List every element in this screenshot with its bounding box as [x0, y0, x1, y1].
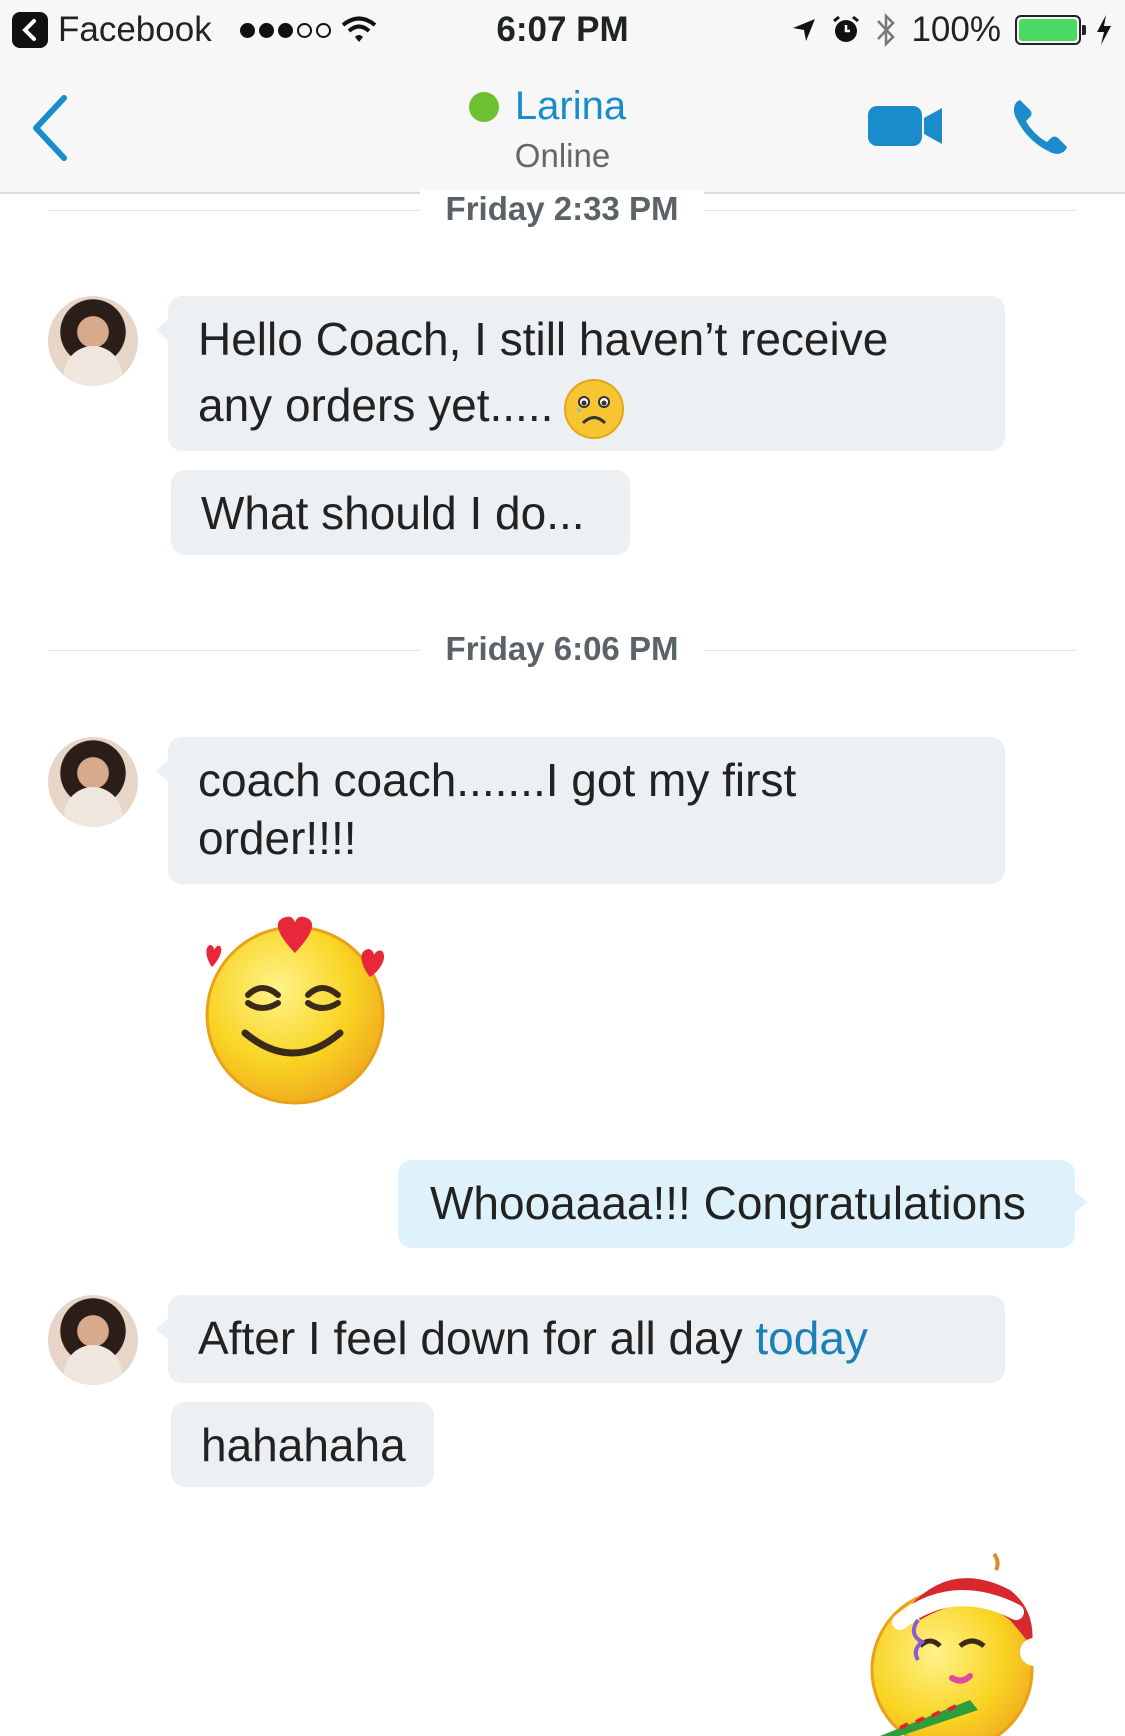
timestamp-divider: Friday 6:06 PM	[48, 630, 1076, 670]
message-text: Hello Coach, I still haven’t receive	[198, 313, 889, 365]
battery-percentage: 100%	[911, 10, 1001, 49]
incoming-message-bubble[interactable]: Hello Coach, I still haven’t receive any…	[156, 296, 1005, 451]
presence-dot-icon	[468, 91, 499, 122]
incoming-message-bubble[interactable]: hahahaha	[171, 1402, 434, 1487]
location-arrow-icon	[793, 19, 816, 41]
incoming-message-bubble[interactable]: coach coach.......I got my first order!!…	[156, 737, 1005, 884]
contact-avatar[interactable]	[48, 737, 138, 827]
incoming-message-bubble[interactable]: What should I do...	[171, 470, 630, 555]
contact-avatar[interactable]	[48, 1295, 138, 1385]
incoming-message-bubble[interactable]: After I feel down for all day today	[156, 1295, 1005, 1383]
status-bar: Facebook 6:07 PM 100%	[0, 0, 1125, 60]
alarm-icon	[833, 15, 860, 42]
message-text: What should I do...	[201, 487, 585, 539]
message-link[interactable]: today	[755, 1312, 868, 1364]
video-call-button[interactable]	[866, 104, 946, 148]
battery-icon	[1015, 15, 1086, 45]
message-text: After I feel down for all day	[198, 1312, 756, 1364]
message-text: Whooaaaa!!! Congratulations	[430, 1177, 1026, 1229]
message-text: coach coach.......I got my first	[198, 754, 797, 806]
message-text: hahahaha	[201, 1419, 406, 1471]
contact-status: Online	[514, 137, 611, 174]
timestamp-text: Friday 6:06 PM	[419, 630, 705, 667]
charging-bolt-icon	[1097, 15, 1111, 45]
message-text: order!!!!	[198, 812, 357, 864]
voice-call-button[interactable]	[1010, 96, 1070, 156]
party-santa-emoji-sticker[interactable]	[860, 1550, 1060, 1736]
in-love-emoji-sticker[interactable]	[200, 915, 390, 1105]
outgoing-message-bubble[interactable]: Whooaaaa!!! Congratulations	[398, 1160, 1087, 1248]
message-text: any orders yet.....	[198, 379, 554, 431]
contact-name: Larina	[514, 84, 627, 128]
sad-emoji-icon	[564, 378, 625, 439]
bluetooth-icon	[877, 12, 896, 48]
contact-avatar[interactable]	[48, 296, 138, 386]
timestamp-text: Friday 2:33 PM	[419, 190, 705, 227]
chat-header: Larina Online	[0, 60, 1125, 194]
timestamp-divider: Friday 2:33 PM	[48, 190, 1076, 230]
battery-fill	[1019, 19, 1077, 41]
contact-info[interactable]: Larina Online	[0, 84, 1125, 175]
status-bar-right: 100%	[791, 10, 1113, 50]
